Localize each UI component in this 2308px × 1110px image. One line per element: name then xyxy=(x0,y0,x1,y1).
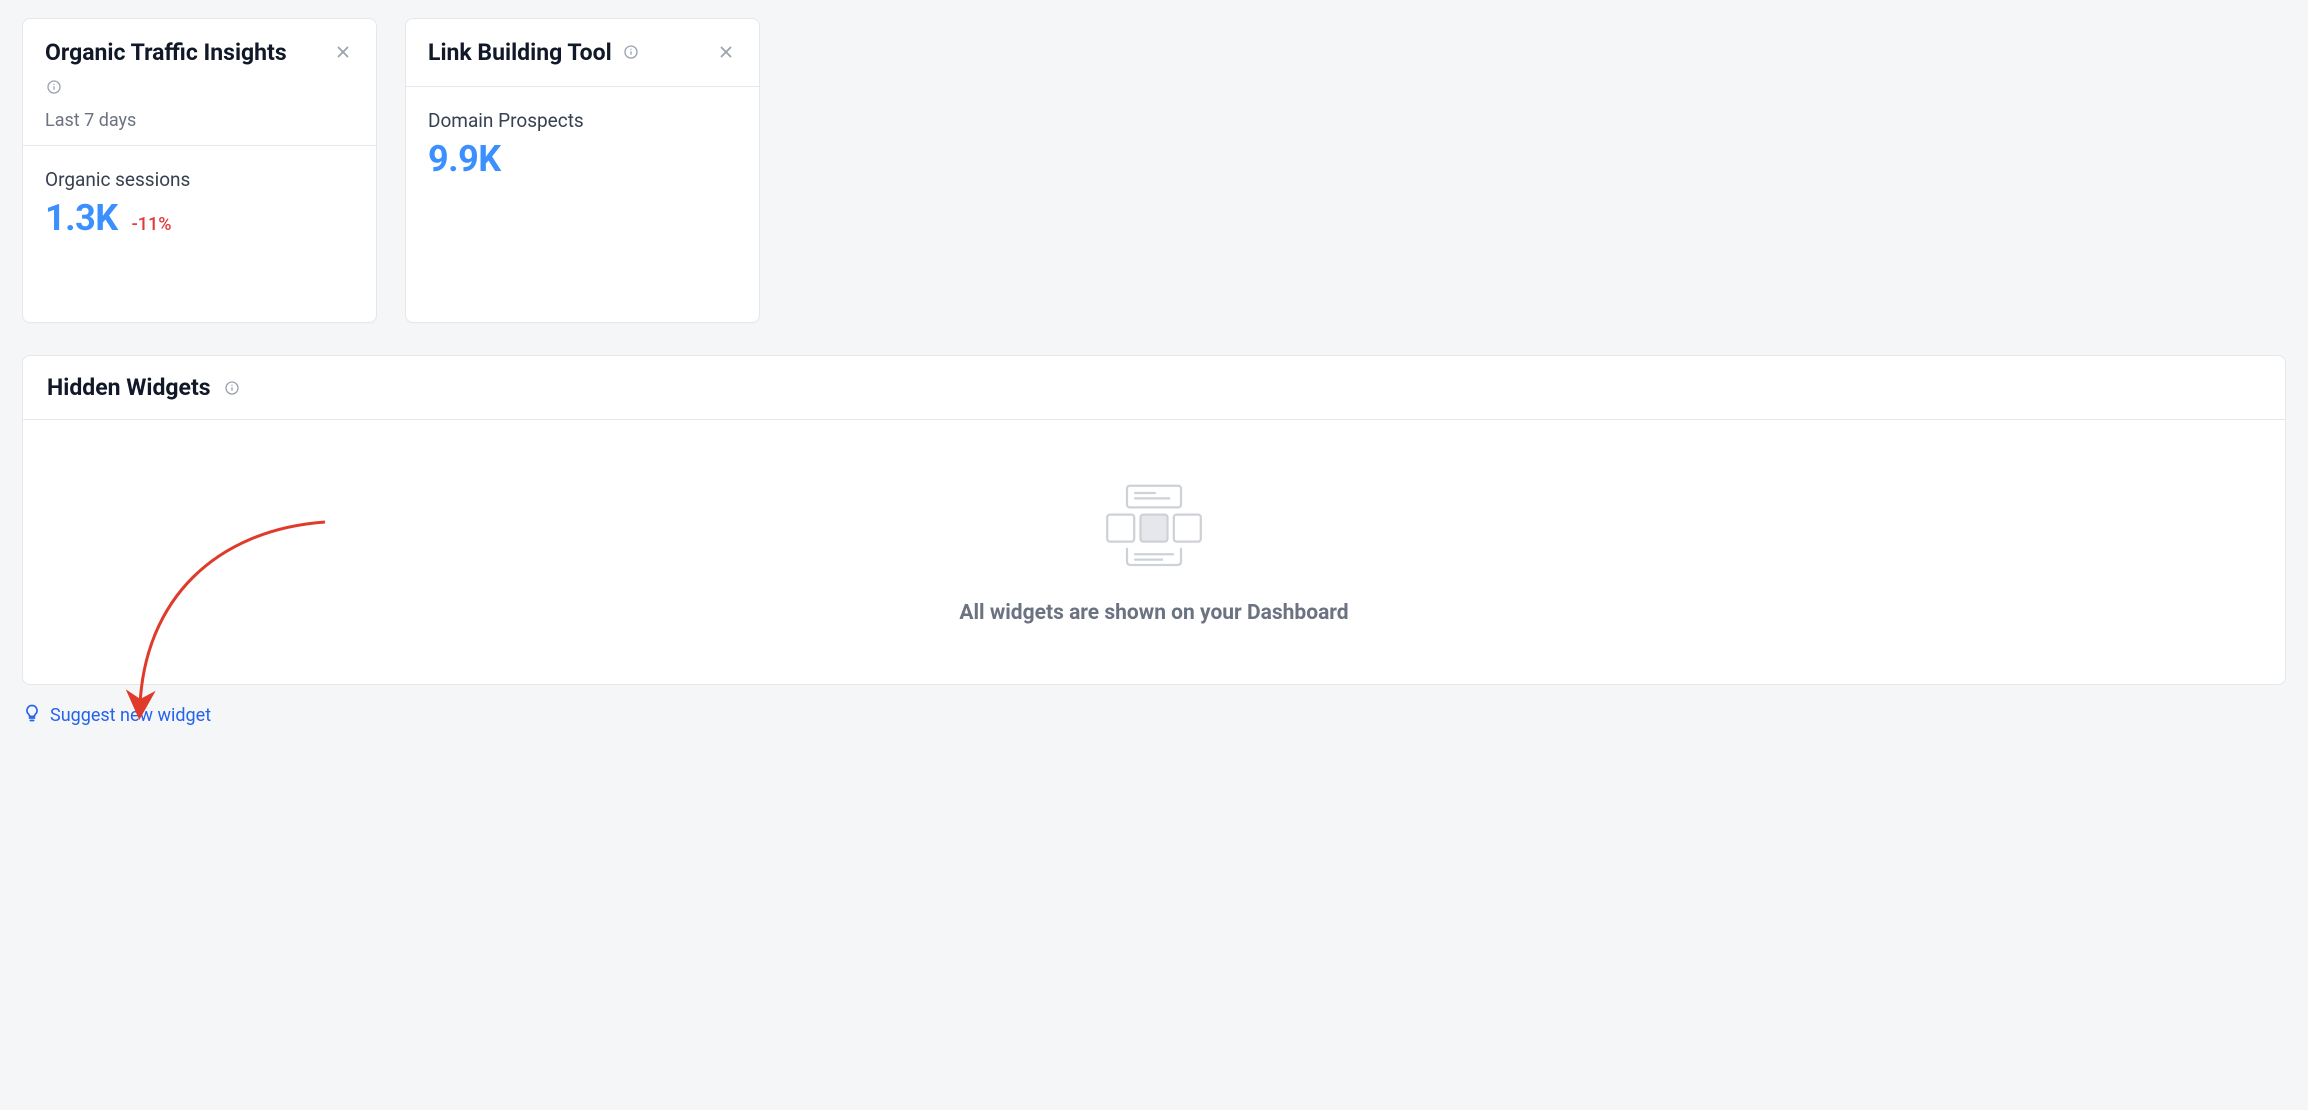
info-icon[interactable] xyxy=(45,78,63,96)
organic-card-title: Organic Traffic Insights xyxy=(45,37,287,68)
close-icon[interactable] xyxy=(715,41,737,63)
organic-traffic-card: Organic Traffic Insights xyxy=(22,18,377,323)
link-metric-label: Domain Prospects xyxy=(428,109,737,132)
lightbulb-icon xyxy=(22,703,42,728)
empty-dashboard-icon xyxy=(1099,484,1209,574)
link-card-title: Link Building Tool xyxy=(428,37,612,68)
organic-metric-delta: -11% xyxy=(132,214,172,235)
link-building-card: Link Building Tool xyxy=(405,18,760,323)
widgets-row: Organic Traffic Insights xyxy=(22,18,2286,323)
link-metric-value: 9.9K xyxy=(428,138,501,180)
suggest-new-widget-link[interactable]: Suggest new widget xyxy=(22,703,211,728)
hidden-widgets-title: Hidden Widgets xyxy=(47,374,211,401)
info-icon[interactable] xyxy=(223,379,241,397)
hidden-widgets-empty-text: All widgets are shown on your Dashboard xyxy=(959,598,1348,630)
suggest-new-widget-label: Suggest new widget xyxy=(50,705,211,726)
hidden-widgets-panel: Hidden Widgets All widgets are shown on … xyxy=(22,355,2286,685)
close-icon[interactable] xyxy=(332,41,354,63)
organic-card-period: Last 7 days xyxy=(45,110,354,131)
organic-metric-value: 1.3K xyxy=(45,197,118,239)
info-icon[interactable] xyxy=(622,43,640,61)
organic-metric-label: Organic sessions xyxy=(45,168,354,191)
